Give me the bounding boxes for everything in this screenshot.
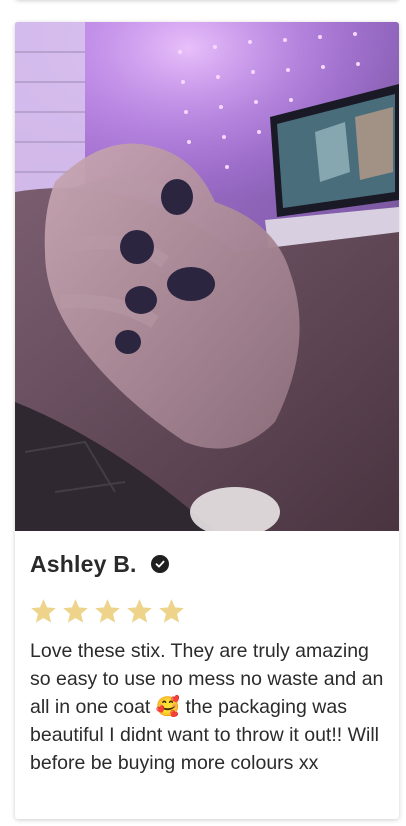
star-rating: [29, 597, 186, 626]
reviewer-row: Ashley B.: [30, 548, 169, 580]
verified-check-icon: [150, 555, 169, 573]
star-icon: [127, 599, 152, 623]
star-icon: [63, 599, 88, 623]
star-icon: [31, 599, 56, 623]
review-photo[interactable]: [15, 22, 399, 531]
star-icon: [159, 599, 184, 623]
review-card: Ashley B. Love these stix. They are trul…: [15, 22, 399, 819]
star-icon: [95, 599, 120, 623]
review-text: Love these stix. They are truly amazing …: [30, 640, 384, 774]
reviewer-name: Ashley B.: [30, 550, 137, 577]
